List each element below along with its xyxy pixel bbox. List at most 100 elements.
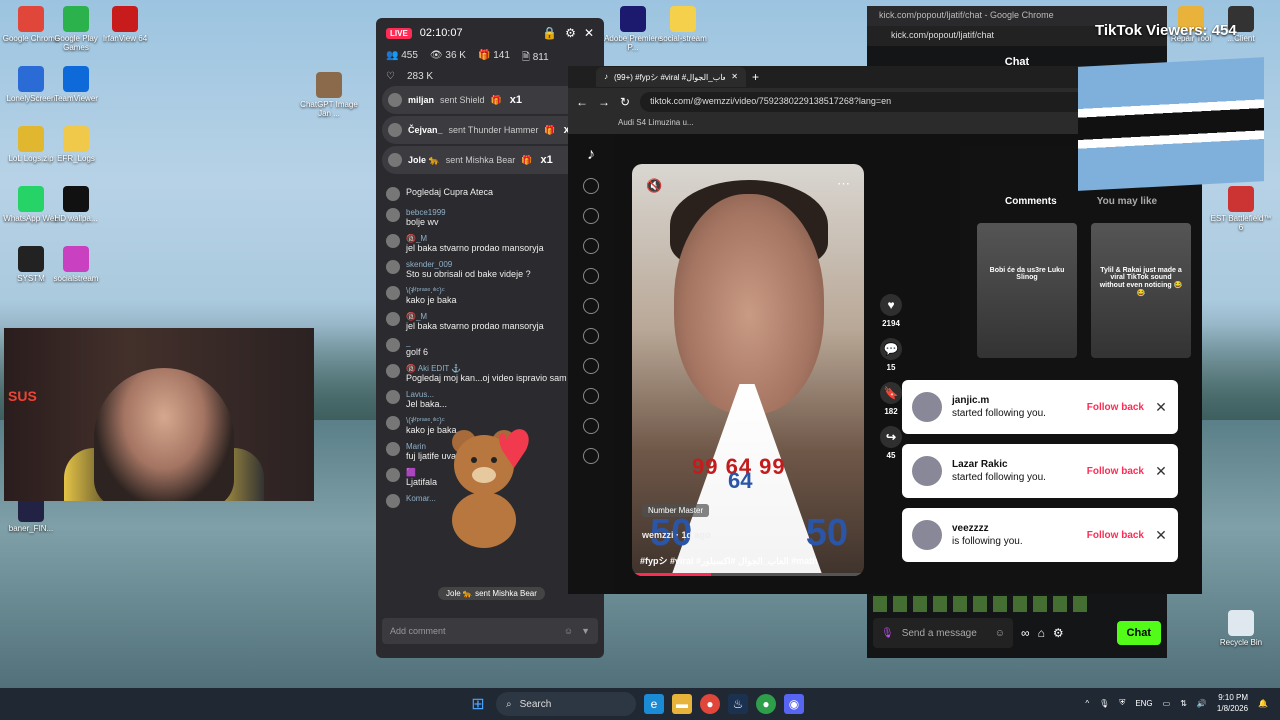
discord-icon[interactable]: ◉ [784, 694, 804, 714]
notification-user[interactable]: janjic.m [952, 394, 1077, 407]
store-icon[interactable]: ⌂ [1038, 626, 1045, 640]
close-icon[interactable]: ✕ [1154, 399, 1168, 416]
home-icon[interactable] [583, 208, 599, 224]
profile-icon[interactable] [583, 448, 599, 464]
gear-icon[interactable]: ⚙ [1053, 626, 1064, 640]
display-icon[interactable]: ▭ [1163, 699, 1171, 708]
avatar[interactable] [386, 234, 400, 248]
desktop-icon[interactable]: EST Battlefield™ 6 [1210, 186, 1272, 232]
live-icon[interactable] [583, 328, 599, 344]
avatar[interactable] [386, 442, 400, 456]
tiktok-video-player[interactable]: 🔇 ⋯ 99 64 99 64 Number Master 50 50 wemz… [632, 164, 864, 576]
search-icon[interactable] [583, 178, 599, 194]
follow-back-button[interactable]: Follow back [1087, 402, 1144, 413]
notification-user[interactable]: veezzzz [952, 522, 1077, 535]
notification-user[interactable]: Lazar Rakic [952, 458, 1077, 471]
close-icon[interactable]: ✕ [1154, 527, 1168, 544]
close-icon[interactable]: ✕ [731, 72, 738, 82]
tab-comments[interactable]: Comments [1005, 196, 1057, 207]
add-comment-input[interactable]: Add comment ☺ ▼ [382, 618, 598, 644]
steam-icon[interactable]: ♨ [728, 694, 748, 714]
friends-icon[interactable] [583, 298, 599, 314]
video-author[interactable]: wemzzi · 1d ago [642, 530, 711, 540]
language-indicator[interactable]: ENG [1135, 699, 1152, 708]
volume-icon[interactable]: 🔊 [1197, 699, 1207, 708]
forward-icon[interactable]: → [598, 95, 610, 109]
chat-username[interactable]: 🔞 Aki EDIT ⚓ [406, 364, 579, 373]
file-explorer-icon[interactable]: ▬ [672, 694, 692, 714]
lock-icon[interactable]: 🔒 [542, 26, 557, 40]
desktop-icon[interactable]: TeamViewer [45, 66, 107, 103]
microphone-icon[interactable]: 🎙 [1099, 699, 1109, 708]
avatar[interactable] [386, 494, 400, 508]
reload-icon[interactable]: ↻ [620, 95, 630, 109]
chat-username[interactable]: 🔞_M [406, 312, 544, 321]
save-icon[interactable]: 🔖 [880, 382, 902, 404]
chrome-tab[interactable]: ♪ (99+) #fypシ #viral #العاب_الجوال ✕ [596, 67, 746, 87]
new-tab-button[interactable]: + [752, 70, 759, 84]
tiktok-logo-icon[interactable]: ♪ [568, 146, 614, 164]
network-icon[interactable]: ⇅ [1180, 699, 1187, 708]
defender-icon[interactable]: ⛨ [1119, 698, 1125, 708]
mic-icon[interactable]: 🎙 [881, 628, 894, 639]
share-icon[interactable]: ↪ [880, 426, 902, 448]
avatar[interactable] [386, 390, 400, 404]
chat-username[interactable]: bebce1999 [406, 208, 446, 217]
kick-chat-button[interactable]: Chat [1116, 621, 1161, 645]
desktop-icon[interactable]: Recycle Bin [1210, 610, 1272, 647]
chat-username[interactable]: \(҂ᶠᵖʳᵃˢᵉ.ᶦˡᶦᶜ)ᶜ [406, 286, 457, 295]
like-icon[interactable]: ♥ [880, 294, 902, 316]
taskbar-search[interactable]: ⌕ Search [496, 692, 636, 716]
avatar[interactable] [386, 260, 400, 274]
chat-username[interactable]: 🟪 [406, 468, 437, 477]
avatar[interactable] [386, 286, 400, 300]
desktop-icon[interactable]: IrfanView 64 [94, 6, 156, 43]
chat-username[interactable]: _ [406, 338, 428, 347]
chat-username[interactable]: Lavus... [406, 390, 447, 399]
avatar[interactable] [386, 338, 400, 352]
chevron-up-icon[interactable]: ^ [1085, 699, 1089, 708]
notification-icon[interactable]: 🔔 [1258, 699, 1268, 708]
desktop-icon[interactable]: HD wallpa... [45, 186, 107, 223]
avatar[interactable] [386, 187, 400, 201]
back-icon[interactable]: ← [576, 95, 588, 109]
chat-username[interactable]: Komar... [406, 494, 436, 503]
chrome-icon[interactable]: ● [756, 694, 776, 714]
desktop-icon[interactable]: EFR_Logs [45, 126, 107, 163]
follow-back-button[interactable]: Follow back [1087, 530, 1144, 541]
close-icon[interactable]: ✕ [584, 26, 594, 40]
avatar[interactable] [386, 208, 400, 222]
recommended-video-thumb[interactable]: Bobi će da us3re Luku Slinog [977, 223, 1077, 358]
inbox-icon[interactable] [583, 388, 599, 404]
chat-username[interactable]: skender_009 [406, 260, 531, 269]
tab-you-may-like[interactable]: You may like [1097, 196, 1157, 207]
avatar[interactable] [386, 468, 400, 482]
chrome-icon[interactable]: ● [700, 694, 720, 714]
recommended-video-thumb[interactable]: Tylil & Rakai just made a viral TikTok s… [1091, 223, 1191, 358]
upload-icon[interactable] [583, 418, 599, 434]
video-progress-bar[interactable] [632, 573, 864, 576]
kick-emote-row[interactable] [873, 596, 1093, 612]
close-icon[interactable]: ✕ [1154, 463, 1168, 480]
kick-message-input[interactable]: 🎙 Send a message ☺ [873, 618, 1013, 648]
desktop-icon[interactable]: baner_FIN... [0, 496, 62, 533]
avatar[interactable] [912, 456, 942, 486]
comment-icon[interactable]: 💬 [880, 338, 902, 360]
follow-back-button[interactable]: Follow back [1087, 466, 1144, 477]
explore-icon[interactable] [583, 238, 599, 254]
desktop-icon[interactable]: socialstream [45, 246, 107, 283]
avatar[interactable] [912, 520, 942, 550]
avatar[interactable] [386, 312, 400, 326]
start-icon[interactable]: ⊞ [468, 694, 488, 714]
more-icon[interactable]: ⋯ [837, 176, 850, 192]
emoji-icon[interactable]: ☺ [564, 626, 573, 636]
avatar[interactable] [912, 392, 942, 422]
bookmark-item[interactable]: Audi S4 Limuzina u... [618, 118, 694, 127]
avatar[interactable] [386, 416, 400, 430]
filter-icon[interactable]: ▼ [581, 626, 590, 636]
desktop-icon[interactable]: social-stream [652, 6, 714, 43]
messages-icon[interactable] [583, 358, 599, 374]
chat-username[interactable]: 🔞_M [406, 234, 544, 243]
gear-icon[interactable]: ⚙ [565, 26, 576, 40]
emoji-icon[interactable]: ☺ [995, 628, 1005, 639]
